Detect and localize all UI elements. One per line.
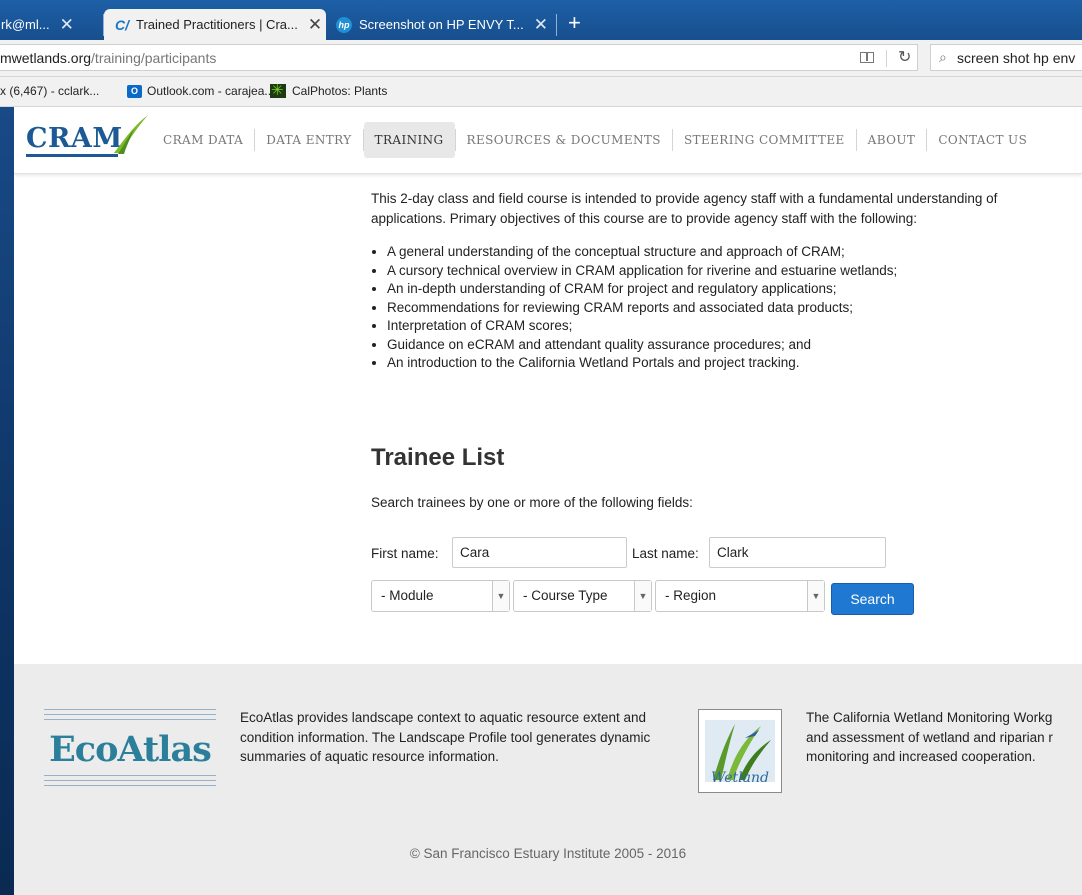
search-box-value: screen shot hp env: [957, 50, 1076, 66]
close-icon[interactable]: ✕: [308, 15, 322, 35]
list-item: Guidance on eCRAM and attendant quality …: [387, 336, 897, 355]
tab-label: Trained Practitioners | Cra...: [136, 17, 298, 32]
browser-toolbar: mwetlands.org/training/participants ↻ ⌕ …: [0, 40, 1082, 77]
course-type-select-value: - Course Type: [523, 588, 608, 603]
list-item: A cursory technical overview in CRAM app…: [387, 262, 897, 281]
logo-rule: [44, 785, 216, 786]
tab-trained-practitioners[interactable]: C/ Trained Practitioners | Cra... ✕: [104, 9, 326, 40]
new-tab-plus-icon[interactable]: +: [568, 11, 581, 35]
reader-view-icon[interactable]: [860, 52, 874, 63]
site-footer: EcoAtlas EcoAtlas provides landscape con…: [14, 664, 1082, 895]
outlook-icon: O: [127, 84, 142, 98]
intro-line-2: applications. Primary objectives of this…: [371, 211, 918, 226]
url-domain: mwetlands.org: [0, 50, 92, 66]
logo-rule: [44, 775, 216, 776]
bookmark-label: CalPhotos: Plants: [292, 84, 388, 98]
first-name-input[interactable]: [452, 537, 627, 568]
ecoatlas-wordmark: EcoAtlas: [49, 729, 212, 770]
ecoatlas-description: EcoAtlas provides landscape context to a…: [240, 710, 651, 764]
chevron-down-icon: ▼: [634, 581, 651, 611]
wetland-description: The California Wetland Monitoring Workg …: [806, 708, 1082, 767]
tab-screenshot-hp[interactable]: hp Screenshot on HP ENVY T... ✕: [336, 9, 552, 40]
nav-steering-committee[interactable]: STEERING COMMITTEE: [673, 122, 856, 158]
bookmarks-bar: x (6,467) - cclark... O Outlook.com - car…: [0, 77, 1082, 107]
grass-leaf-icon: [114, 115, 148, 154]
wetland-logo-caption: Wetland: [711, 770, 769, 786]
last-name-label: Last name:: [632, 546, 699, 561]
url-text: mwetlands.org/training/participants: [0, 50, 216, 66]
chevron-down-icon: ▼: [492, 581, 509, 611]
logo-rule: [44, 709, 216, 710]
chevron-down-icon: ▼: [807, 581, 824, 611]
nav-about[interactable]: ABOUT: [857, 122, 927, 158]
bookmark-inbox[interactable]: x (6,467) - cclark...: [0, 84, 99, 98]
bookmark-label: Outlook.com - carajea...: [147, 84, 275, 98]
region-select[interactable]: - Region ▼: [655, 580, 825, 612]
nav-training[interactable]: TRAINING: [363, 122, 455, 158]
browser-tab-strip: rk@ml... ✕ C/ Trained Practitioners | Cr…: [0, 0, 1082, 40]
bookmark-outlook[interactable]: O Outlook.com - carajea...: [127, 84, 274, 98]
list-item: An introduction to the California Wetlan…: [387, 354, 897, 373]
trainee-list-heading: Trainee List: [371, 444, 505, 471]
ecoatlas-logo[interactable]: EcoAtlas: [44, 707, 216, 789]
region-select-value: - Region: [665, 588, 717, 603]
reload-icon[interactable]: ↻: [898, 47, 911, 67]
address-bar[interactable]: mwetlands.org/training/participants ↻: [0, 44, 918, 71]
wetland-line: monitoring and increased cooperation.: [806, 749, 1036, 764]
list-item: Interpretation of CRAM scores;: [387, 317, 897, 336]
last-name-input[interactable]: [709, 537, 886, 568]
desktop-edge: [0, 0, 14, 895]
search-help-text: Search trainees by one or more of the fo…: [371, 495, 693, 510]
nav-resources-documents[interactable]: RESOURCES & DOCUMENTS: [456, 122, 672, 158]
address-divider: [886, 50, 887, 67]
list-item: An in-depth understanding of CRAM for pr…: [387, 280, 897, 299]
calphotos-icon: [270, 84, 286, 98]
wetland-line: and assessment of wetland and riparian r: [806, 729, 1053, 745]
nav-contact-us[interactable]: CONTACT US: [927, 122, 1038, 158]
bookmark-calphotos[interactable]: CalPhotos: Plants: [270, 84, 387, 98]
first-name-label: First name:: [371, 546, 439, 561]
logo-rule: [44, 780, 216, 781]
objectives-list: A general understanding of the conceptua…: [371, 243, 897, 373]
wetland-line: The California Wetland Monitoring Workg: [806, 710, 1053, 725]
cram-favicon-icon: C/: [115, 16, 129, 33]
nav-data-entry[interactable]: DATA ENTRY: [255, 122, 362, 158]
logo-rule: [44, 714, 216, 715]
search-icon: ⌕: [939, 49, 947, 65]
web-page: CRAM CRAM DATA DATA ENTRY TRAINING RESOU…: [14, 107, 1082, 895]
hp-favicon-icon: hp: [336, 16, 352, 33]
close-icon[interactable]: ✕: [60, 15, 74, 35]
tab-divider: [556, 14, 557, 36]
main-nav: CRAM DATA DATA ENTRY TRAINING RESOURCES …: [152, 122, 1038, 158]
tab-label: Screenshot on HP ENVY T...: [359, 17, 524, 32]
list-item: A general understanding of the conceptua…: [387, 243, 897, 262]
intro-line-1: This 2-day class and field course is int…: [371, 191, 998, 206]
wetland-monitoring-logo[interactable]: Wetland: [698, 709, 782, 793]
tab-mail[interactable]: rk@ml... ✕: [0, 9, 97, 40]
bookmark-label: x (6,467) - cclark...: [0, 84, 100, 98]
tab-label: rk@ml...: [1, 17, 50, 32]
module-select[interactable]: - Module ▼: [371, 580, 510, 612]
course-intro: This 2-day class and field course is int…: [371, 189, 1082, 229]
course-type-select[interactable]: - Course Type ▼: [513, 580, 652, 612]
nav-cram-data[interactable]: CRAM DATA: [152, 122, 254, 158]
list-item: Recommendations for reviewing CRAM repor…: [387, 299, 897, 318]
logo-rule: [44, 719, 216, 720]
logo-underline: [26, 154, 118, 157]
copyright-text: © San Francisco Estuary Institute 2005 -…: [409, 846, 687, 861]
search-button[interactable]: Search: [831, 583, 914, 615]
cram-logo[interactable]: CRAM: [26, 123, 123, 154]
site-header: CRAM CRAM DATA DATA ENTRY TRAINING RESOU…: [14, 107, 1082, 174]
url-path: /training/participants: [91, 50, 217, 66]
module-select-value: - Module: [381, 588, 434, 603]
close-icon[interactable]: ✕: [534, 15, 548, 35]
search-box[interactable]: ⌕ screen shot hp env: [930, 44, 1082, 71]
